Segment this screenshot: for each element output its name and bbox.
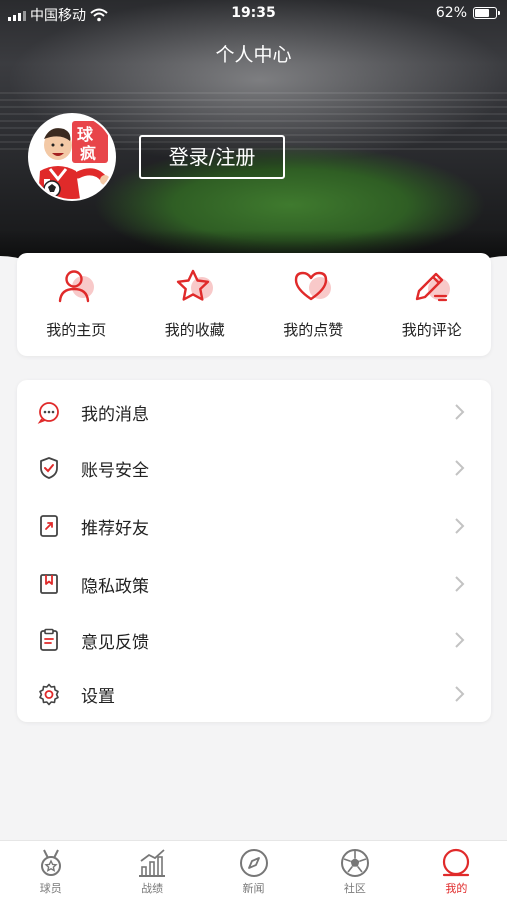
quick-action-label: 我的评论 [401,321,462,339]
menu-item-label: 我的消息 [81,404,149,425]
chevron-right-icon [455,404,465,420]
star-icon [176,269,213,301]
menu-item-label: 推荐好友 [81,518,149,539]
compass-icon [239,849,268,877]
message-icon [37,402,59,424]
login-register-button[interactable]: 登录/注册 [139,135,285,179]
quick-actions-card: 我的主页 我的收藏 我的点赞 我的评论 [17,253,491,356]
bottom-tab-bar: 球员 战绩 新闻 社区 我的 [0,840,507,900]
status-time: 19:35 [231,5,276,21]
clipboard-icon [40,628,58,651]
tab-community[interactable]: 社区 [304,841,405,900]
tab-label: 新闻 [242,882,265,895]
menu-item-recommend-friends[interactable]: 推荐好友 [17,498,491,554]
menu-item-label: 设置 [81,686,115,707]
share-icon [40,515,58,537]
tab-label: 球员 [39,882,62,895]
avatar-illustration-icon: 球 疯 [30,115,114,199]
football-icon [340,849,369,877]
chevron-right-icon [455,518,465,534]
menu-item-label: 意见反馈 [81,632,149,653]
heart-icon [295,271,332,301]
quick-action-label: 我的点赞 [283,321,344,339]
quick-action-my-likes[interactable]: 我的点赞 [254,253,373,356]
page-title: 个人中心 [215,44,292,66]
tab-results[interactable]: 战绩 [101,841,202,900]
chevron-right-icon [455,576,465,592]
battery-icon [473,7,500,19]
tab-players[interactable]: 球员 [0,841,101,900]
battery-percent: 62% [435,5,467,21]
tab-label: 战绩 [141,882,164,895]
svg-text:球: 球 [77,125,94,144]
quick-action-my-favorites[interactable]: 我的收藏 [136,253,255,356]
user-icon [59,270,95,303]
bookmark-icon [40,574,58,594]
gear-icon [39,683,59,706]
menu-item-label: 账号安全 [81,460,149,481]
quick-action-label: 我的主页 [46,321,107,339]
chart-icon [139,849,166,877]
battery-indicator: 62% [435,5,500,21]
menu-item-settings[interactable]: 设置 [17,666,491,722]
status-bar: 中国移动 19:35 62% [0,0,507,28]
chevron-right-icon [455,460,465,476]
quick-action-my-comments[interactable]: 我的评论 [373,253,492,356]
menu-item-privacy-policy[interactable]: 隐私政策 [17,556,491,612]
profile-icon [443,848,470,877]
tab-mine[interactable]: 我的 [406,841,507,900]
settings-menu-card: 我的消息 账号安全 推荐好友 隐私政策 意见反馈 设置 [17,380,491,722]
pencil-icon [415,272,450,302]
chevron-right-icon [455,686,465,702]
quick-action-my-homepage[interactable]: 我的主页 [17,253,136,356]
menu-item-account-security[interactable]: 账号安全 [17,440,491,496]
tab-label: 社区 [343,882,366,895]
avatar[interactable]: 球 疯 [28,113,116,201]
menu-item-messages[interactable]: 我的消息 [17,384,491,440]
medal-icon [40,849,61,876]
chevron-right-icon [455,632,465,648]
tab-label: 我的 [445,882,468,895]
svg-text:疯: 疯 [80,144,96,163]
menu-item-label: 隐私政策 [81,576,149,597]
shield-check-icon [40,457,58,479]
quick-action-label: 我的收藏 [164,321,225,339]
tab-news[interactable]: 新闻 [203,841,304,900]
menu-item-feedback[interactable]: 意见反馈 [17,612,491,668]
